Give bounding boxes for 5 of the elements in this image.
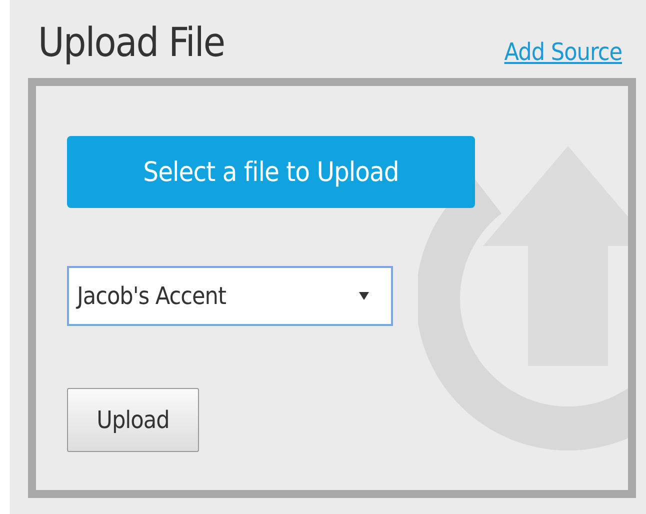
source-dropdown[interactable]: Jacob's Accent [67, 266, 393, 326]
caret-icon [359, 292, 369, 300]
upload-button[interactable]: Upload [67, 388, 199, 452]
dropdown-value: Jacob's Accent [77, 282, 226, 310]
page-title: Upload File [38, 19, 224, 68]
